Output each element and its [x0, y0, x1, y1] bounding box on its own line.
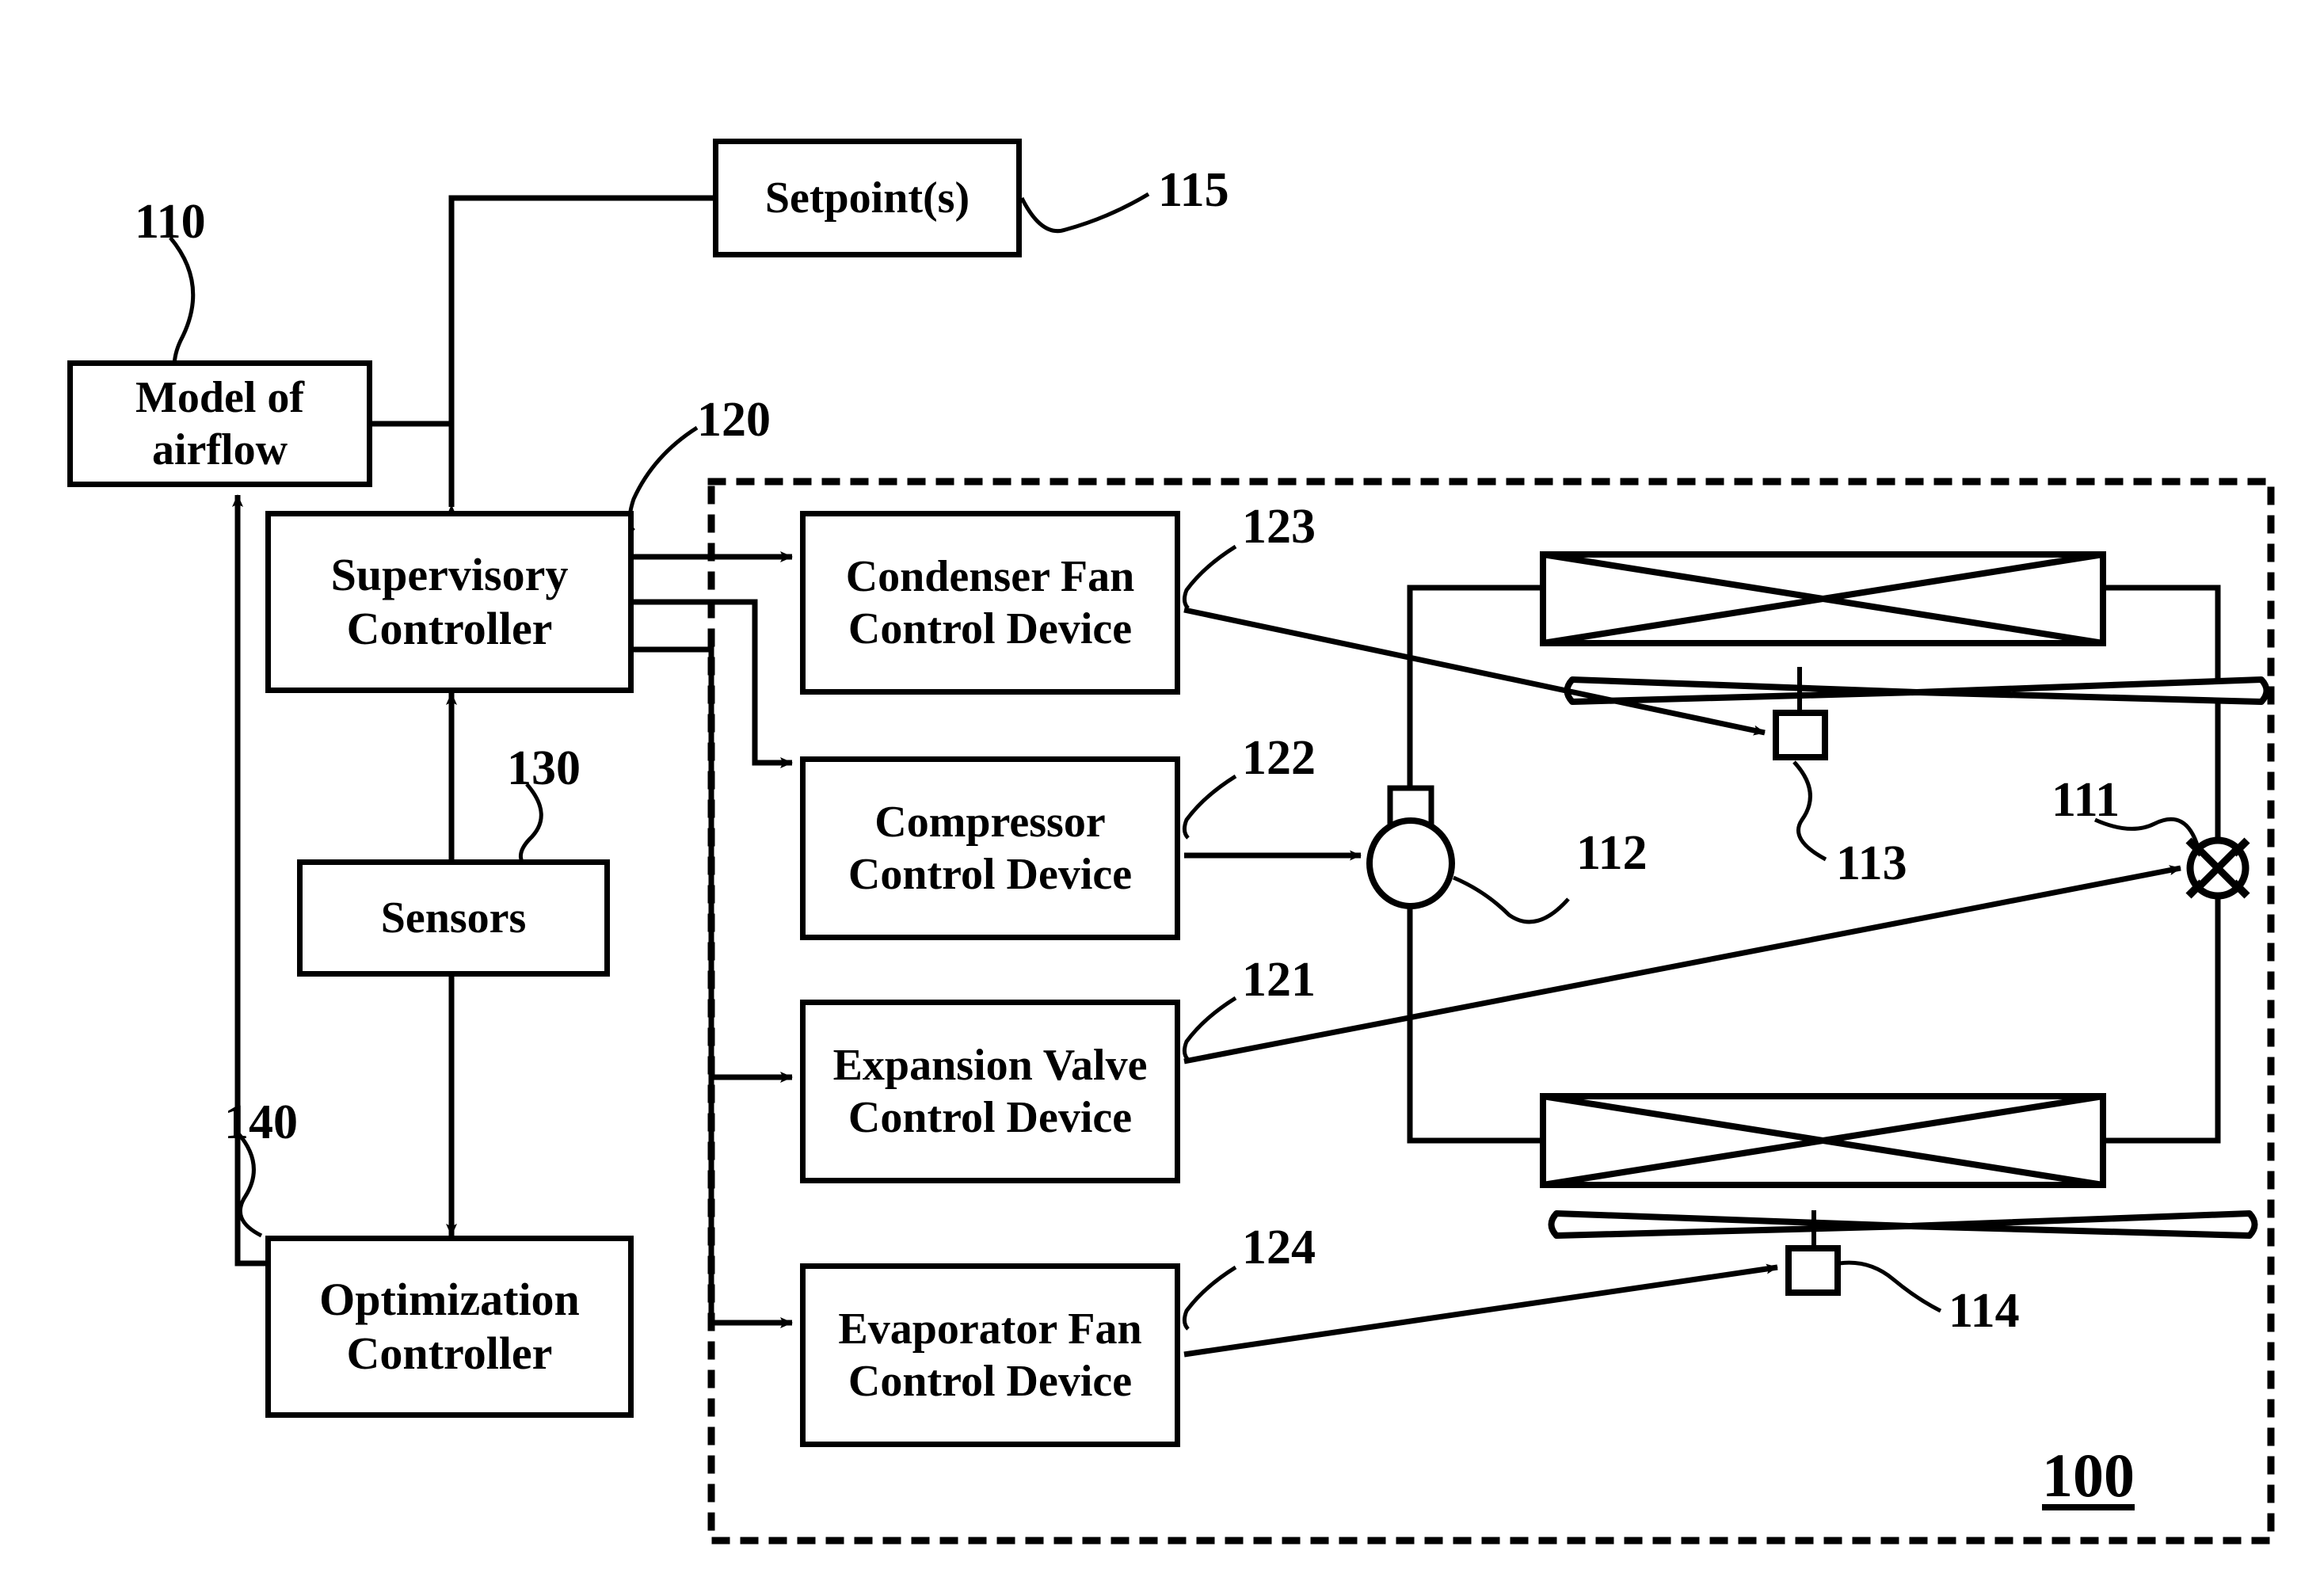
compressor-symbol [1366, 785, 1455, 909]
block-model-of-airflow-label: Model of airflow [135, 371, 304, 476]
block-setpoints-label: Setpoint(s) [764, 173, 970, 223]
optimization-line-2: Controller [346, 1327, 553, 1379]
block-expansion-valve-control-device[interactable]: Expansion Valve Control Device [800, 1000, 1180, 1183]
ref-numeral-115: 115 [1158, 163, 1229, 217]
compressor-line-2: Control Device [848, 850, 1133, 899]
condenser-fan-motor-symbol [1773, 692, 1828, 760]
block-condenser-fan-control-device[interactable]: Condenser Fan Control Device [800, 511, 1180, 695]
condfan-line-1: Condenser Fan [845, 551, 1135, 601]
evaporator-heat-exchanger-symbol [1540, 1093, 2106, 1188]
ref-numeral-130: 130 [507, 741, 581, 795]
ref-numeral-124: 124 [1242, 1221, 1316, 1274]
ref-numeral-121: 121 [1242, 953, 1316, 1007]
block-evaporator-fan-control-device-label: Evaporator Fan Control Device [838, 1303, 1141, 1407]
ref-numeral-122: 122 [1242, 731, 1316, 785]
expvalve-line-1: Expansion Valve [832, 1040, 1148, 1090]
leader-122 [1182, 774, 1237, 840]
leader-115 [1019, 192, 1150, 234]
ref-numeral-112: 112 [1576, 826, 1648, 880]
block-sensors-label: Sensors [380, 893, 527, 943]
supervisory-line-2: Controller [346, 603, 553, 654]
leader-130 [519, 783, 543, 874]
model-line-2: airflow [151, 425, 288, 474]
leader-124 [1182, 1265, 1237, 1331]
link-expansion-valve-cd-to-valve [1183, 865, 2181, 1065]
block-supervisory-controller-label: Supervisory Controller [331, 548, 569, 657]
patent-figure-canvas: Setpoint(s) Model of airflow Supervisory… [0, 0, 2301, 1596]
leader-123 [1182, 544, 1237, 610]
leader-113 [1792, 760, 1827, 862]
ref-numeral-140: 140 [224, 1095, 298, 1149]
link-evaporator-fan-cd-to-motor [1183, 1263, 1778, 1358]
expansion-valve-symbol [2185, 836, 2250, 900]
ref-numeral-111: 111 [2051, 773, 2120, 827]
block-sensors[interactable]: Sensors [297, 859, 610, 977]
pipe-valve-to-evaporator [2103, 897, 2221, 1144]
condenser-heat-exchanger-symbol [1540, 551, 2106, 646]
pipe-compressor-to-condenser [1407, 585, 1543, 792]
leader-112 [1453, 875, 1570, 924]
evapfan-line-1: Evaporator Fan [838, 1304, 1142, 1354]
expvalve-line-2: Control Device [848, 1093, 1133, 1142]
supervisory-line-1: Supervisory [330, 548, 569, 600]
line-supervisory-to-valve-evap-trunk [634, 646, 714, 1077]
leader-114 [1838, 1260, 1942, 1313]
block-expansion-valve-control-device-label: Expansion Valve Control Device [833, 1039, 1148, 1144]
ref-numeral-120: 120 [697, 393, 771, 447]
model-line-1: Model of [135, 372, 305, 422]
leader-120 [627, 425, 699, 532]
condfan-line-2: Control Device [848, 604, 1133, 653]
compressor-line-1: Compressor [874, 797, 1106, 847]
block-evaporator-fan-control-device[interactable]: Evaporator Fan Control Device [800, 1263, 1180, 1447]
ref-numeral-110: 110 [135, 195, 206, 249]
condenser-fan-blade-symbol [1564, 667, 2270, 714]
pipe-evaporator-to-compressor [1407, 903, 1543, 1144]
line-trunk-to-evaporator-fan-cd [708, 1077, 793, 1328]
ref-numeral-123: 123 [1242, 500, 1316, 554]
ref-numeral-100-system: 100 [2042, 1441, 2135, 1510]
block-setpoints[interactable]: Setpoint(s) [713, 139, 1022, 257]
ref-numeral-113: 113 [1836, 836, 1907, 890]
block-model-of-airflow[interactable]: Model of airflow [67, 360, 372, 487]
evaporator-fan-blade-symbol [1548, 1210, 2258, 1239]
ref-numeral-114: 114 [1949, 1284, 2020, 1338]
block-supervisory-controller[interactable]: Supervisory Controller [265, 511, 634, 693]
optimization-line-1: Optimization [319, 1273, 580, 1325]
evapfan-line-2: Control Device [848, 1357, 1133, 1406]
block-compressor-control-device[interactable]: Compressor Control Device [800, 756, 1180, 940]
block-compressor-control-device-label: Compressor Control Device [848, 796, 1132, 901]
block-condenser-fan-control-device-label: Condenser Fan Control Device [846, 550, 1135, 655]
line-setpoint-to-trunk [448, 195, 713, 507]
block-optimization-controller[interactable]: Optimization Controller [265, 1236, 634, 1418]
pipe-condenser-to-valve [2103, 585, 2221, 840]
block-optimization-controller-label: Optimization Controller [319, 1273, 580, 1381]
